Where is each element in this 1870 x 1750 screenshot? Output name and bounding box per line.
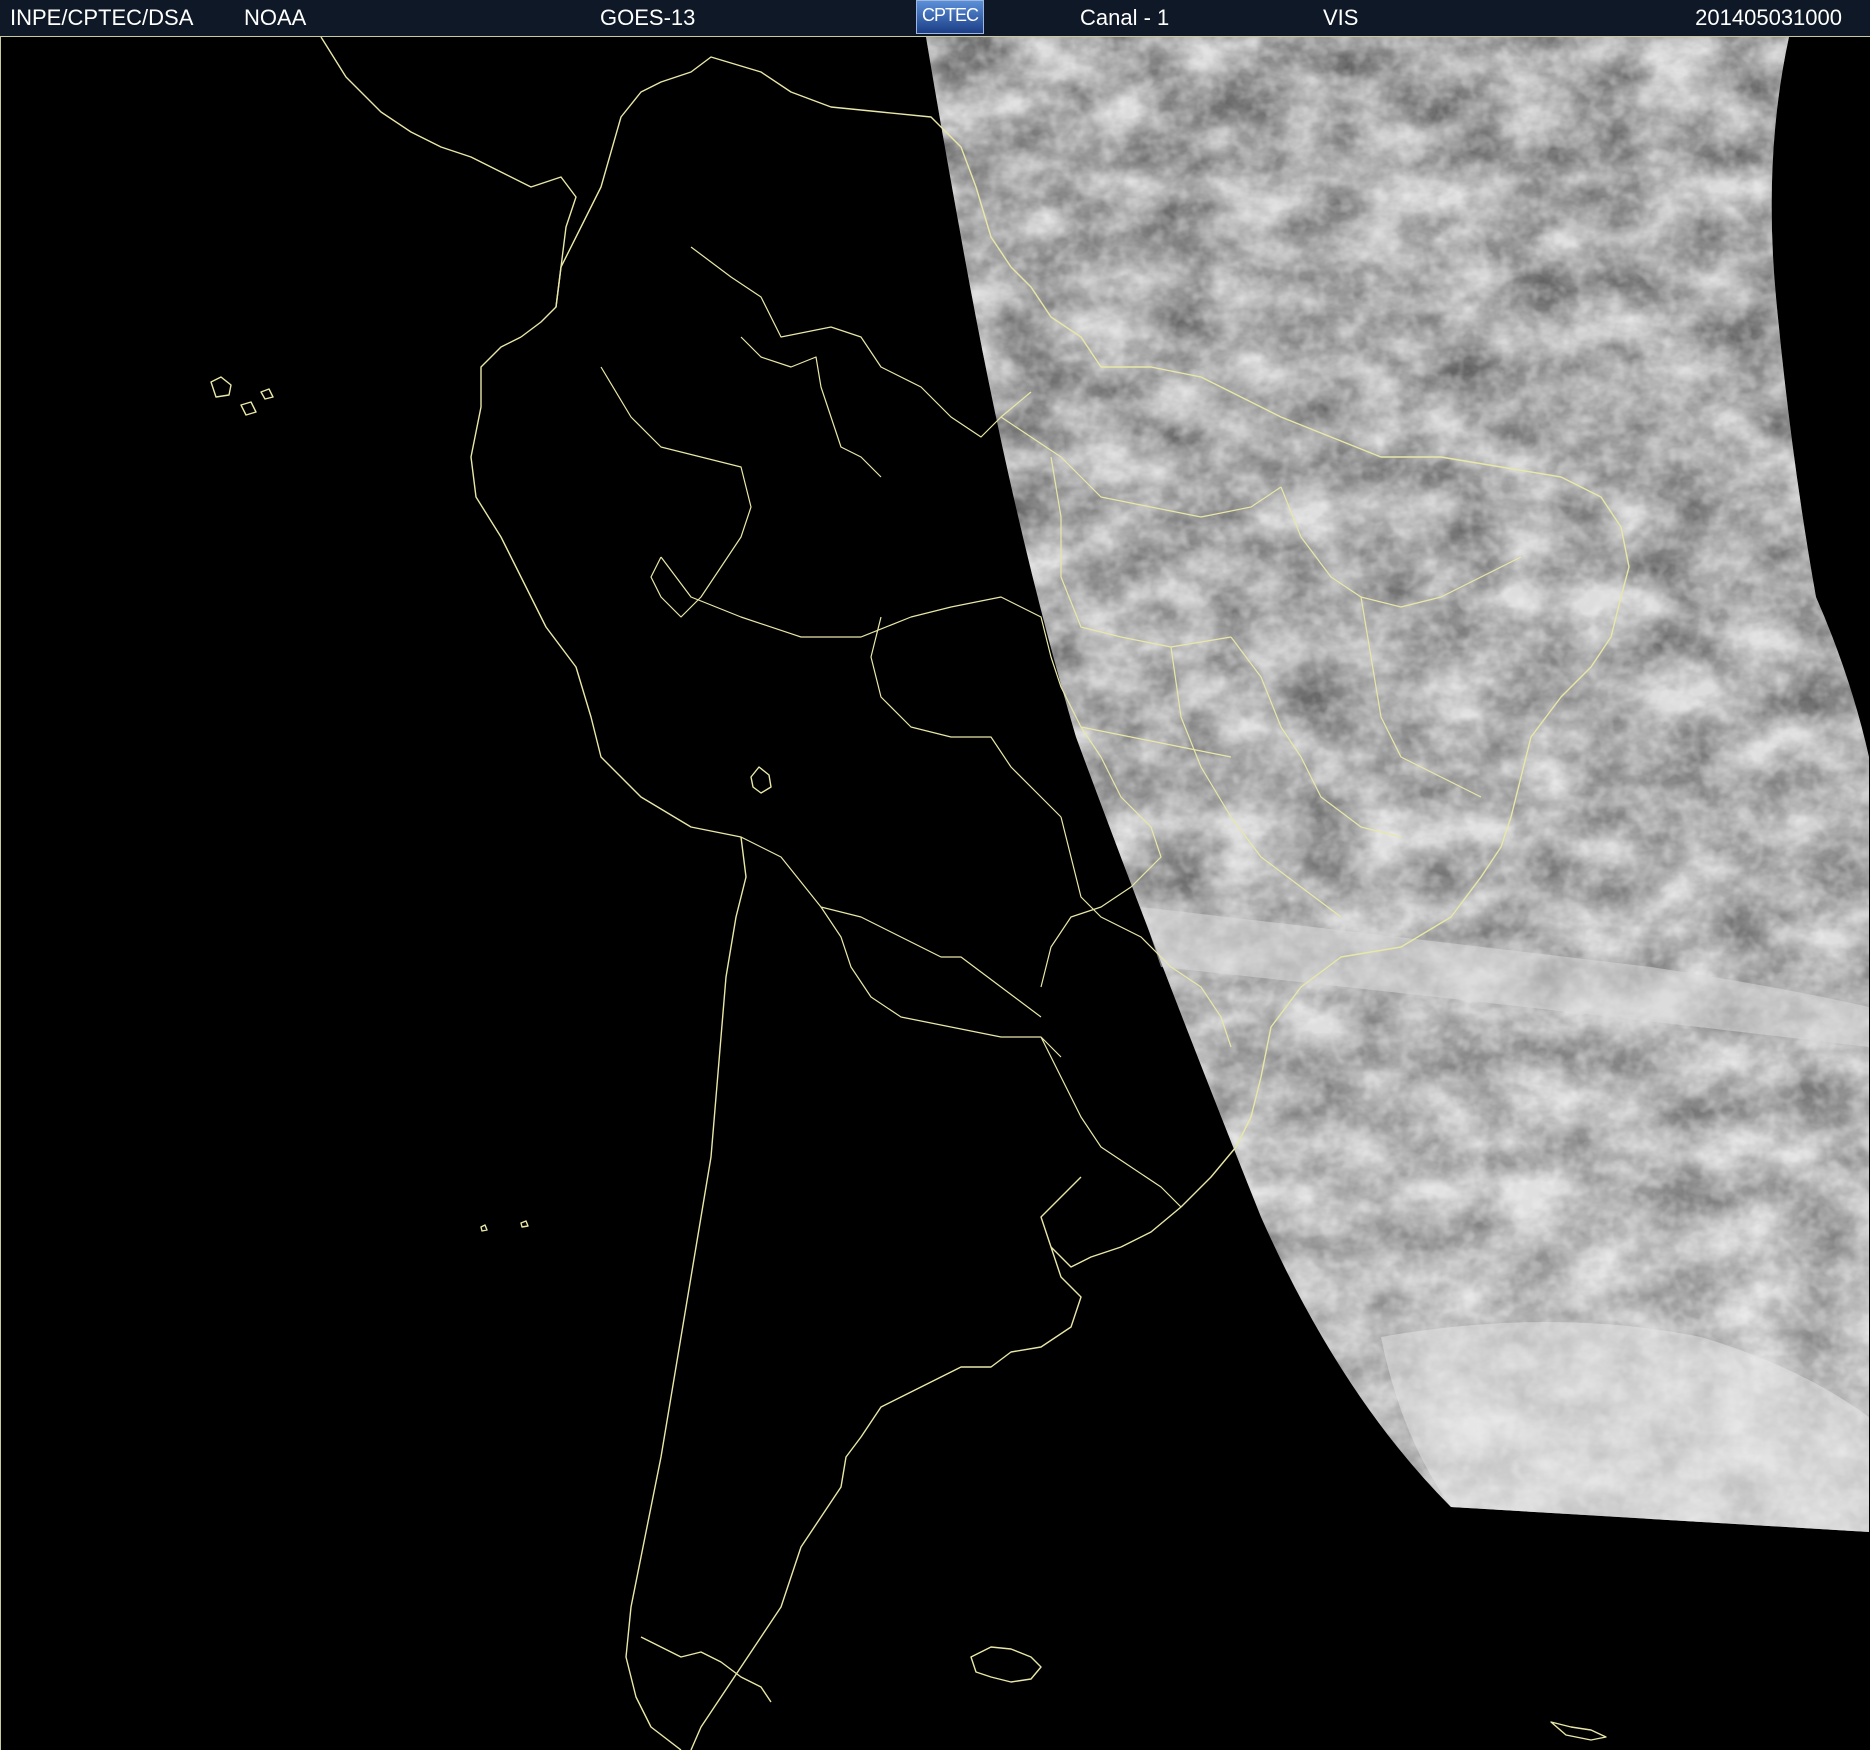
channel-label: Canal - 1	[1080, 5, 1170, 30]
falkland-islands	[970, 1646, 1042, 1683]
argentina-atlantic-coast	[690, 1246, 1082, 1750]
great-lakes-of-tierra-del-fuego	[640, 1636, 772, 1703]
agency-label: INPE/CPTEC/DSA	[10, 5, 194, 30]
lake-titicaca	[750, 766, 772, 794]
satellite-map	[0, 37, 1870, 1750]
cptec-logo: CPTEC	[916, 0, 984, 34]
south-georgia-island	[1550, 1721, 1607, 1741]
partner-label: NOAA	[244, 5, 307, 30]
map-canvas	[210, 37, 1869, 1750]
central-america-coast	[320, 37, 577, 338]
timestamp-label: 201405031000	[1695, 5, 1842, 30]
fine-cloud-texture	[926, 37, 1869, 1532]
image-header-bar: INPE/CPTEC/DSA NOAA GOES-13 CPTEC Canal …	[0, 0, 1870, 37]
visible-imagery-swath	[926, 37, 1869, 1532]
satellite-image-viewer: INPE/CPTEC/DSA NOAA GOES-13 CPTEC Canal …	[0, 0, 1870, 1750]
logo-text: CPTEC	[921, 5, 979, 25]
satellite-label: GOES-13	[600, 5, 696, 30]
juan-fernandez-islands	[480, 1220, 529, 1232]
galapagos-islands	[210, 376, 274, 416]
band-label: VIS	[1323, 5, 1359, 30]
pacific-coast	[470, 336, 747, 1750]
